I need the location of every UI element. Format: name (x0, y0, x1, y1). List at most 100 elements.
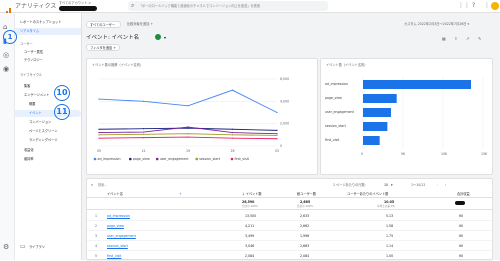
settings-icon[interactable]: ⚙ (3, 243, 9, 251)
rows-per-page-select[interactable]: 10 (384, 183, 388, 187)
y-tick-label: 2,000 (280, 122, 289, 126)
category-label: session_start (325, 124, 347, 128)
top-bar: アナリティクス すべてのアカウント > ⌕ 「ボーのロールバック機能と最適化のチ… (0, 0, 500, 17)
explore-icon[interactable]: ◎ (3, 51, 9, 59)
advertising-icon[interactable]: ◉ (3, 65, 9, 73)
table-row[interactable]: 4 session_start 3,046 2,663 1.14 ¥0 (87, 241, 492, 251)
sidebar-item-monetization[interactable]: 収益化 (24, 148, 34, 152)
row-total-users: 1,996 (300, 234, 310, 238)
row-event-name[interactable]: user_engagement (107, 234, 136, 238)
series-point-first_visit (276, 138, 278, 140)
account-title[interactable]: すべてのアカウント > (59, 1, 91, 5)
header-total-users[interactable]: 総ユーザー数 (297, 192, 316, 196)
legend-swatch-ad_impression (93, 157, 97, 161)
sidebar-item-conversions[interactable]: コンバージョン (29, 120, 51, 124)
annotation-marker-10: 10 (54, 85, 70, 101)
series-point-user_engagement (276, 133, 278, 135)
sidebar-item-technology[interactable]: テクノロジー (24, 58, 43, 62)
row-total-users: 2,663 (300, 244, 310, 248)
main-content: すべてのユーザー 比較対象を追加 + カスタム 2022年2月3日～2022年7… (82, 13, 500, 261)
next-page-icon[interactable]: › (445, 183, 446, 187)
legend-label-user_engagement: user_engagement (160, 157, 190, 161)
series-point-first_visit (98, 137, 100, 139)
legend-swatch-user_engagement (155, 157, 159, 161)
app-title: アナリティクス (15, 3, 57, 10)
series-point-user_engagement (231, 132, 234, 134)
table-search-placeholder[interactable]: 検索... (98, 183, 107, 187)
add-filter-button[interactable]: フィルタを追加 + (86, 44, 120, 51)
series-point-page_view (231, 128, 234, 130)
series-point-user_engagement (187, 126, 189, 128)
total-count-note: 合計の 100% (242, 205, 259, 208)
series-point-page_view (187, 127, 189, 129)
add-comparison-button[interactable]: 比較対象を追加 + (127, 22, 153, 26)
header-events-per-user[interactable]: ユーザーあたりのイベント数 (347, 192, 388, 196)
more-vert-icon[interactable]: ⋮ (484, 2, 490, 9)
reports-sidebar: レポートのスナップショット リアルタイム ユーザー ユーザー属性 テクノロジー … (15, 13, 82, 260)
left-nav-rail: ⌂ ▮ ◎ ◉ ⚙ (0, 13, 15, 260)
line-chart-title: イベント数の推移（イベント名別） (92, 63, 143, 67)
account-name-redacted[interactable] (59, 6, 97, 11)
apps-icon[interactable]: ⋮⋮ (458, 2, 470, 9)
x-tick-label: 05 (97, 149, 101, 153)
library-icon[interactable]: ▭ (20, 243, 26, 250)
series-point-ad_impression (231, 89, 234, 91)
series-point-page_view (98, 128, 100, 130)
bar-first_visit (363, 136, 380, 145)
category-label: first_visit (325, 138, 340, 142)
title-dropdown-icon[interactable]: ▾ (164, 35, 166, 40)
all-users-chip[interactable]: すべてのユーザー (86, 21, 121, 28)
legend-swatch-session_start (195, 157, 198, 161)
category-label: ad_impression (325, 82, 348, 86)
row-event-name[interactable]: page_view (107, 224, 124, 228)
sidebar-item-realtime[interactable]: リアルタイム (15, 28, 81, 35)
sidebar-item-landing-page[interactable]: ランディングページ (29, 138, 57, 142)
customize-report-icon[interactable]: ▦ (442, 36, 446, 41)
insights-icon[interactable]: ↗ (466, 36, 469, 41)
sidebar-item-events[interactable]: イベント (15, 110, 81, 117)
bar-chart-card: イベント数（イベント名別） 0 5K 10K 15K ad_impression page… (320, 58, 493, 175)
header-event-name[interactable]: イベント名 (107, 192, 123, 196)
sidebar-item-user-attributes[interactable]: ユーザー属性 (24, 50, 43, 54)
bar-ad_impression (363, 80, 471, 89)
all-users-label: すべてのユーザー (90, 23, 116, 27)
sidebar-section-user: ユーザー (20, 42, 33, 46)
share-icon[interactable]: ⇧ (454, 36, 457, 41)
sidebar-item-pages-screens[interactable]: ページとスクリーン (29, 129, 57, 133)
avatar[interactable] (491, 2, 499, 10)
y-tick-label: 0 (280, 144, 282, 148)
sidebar-item-library[interactable]: ライブラリ (29, 245, 45, 249)
sidebar-item-retention[interactable]: 維持率 (24, 157, 34, 161)
sidebar-item-engagement[interactable]: エンゲージメント (24, 93, 49, 97)
search-box[interactable]: ⌕ 「ボーのロールバック機能と最適化のチャネルでコンバージョン向上を促進」を検索 (128, 1, 328, 11)
table-row[interactable]: 2 page_view 4,211 2,662 1.58 ¥0 (87, 221, 492, 231)
row-event-name[interactable]: session_start (107, 244, 128, 248)
prev-page-icon[interactable]: ‹ (437, 183, 438, 187)
add-filter-label: フィルタを追加 + (90, 46, 116, 50)
header-event-count[interactable]: ↓ イベント数 (242, 192, 262, 196)
category-label: page_view (325, 96, 342, 100)
sidebar-item-snapshot[interactable]: レポートのスナップショット (20, 20, 61, 24)
bar-session_start (363, 122, 388, 131)
sidebar-item-acquisition[interactable]: 集客 (24, 84, 30, 88)
x-tick-label: 12 (142, 149, 146, 153)
table-row[interactable]: 3 user_engagement 3,499 1,996 1.75 ¥0 (87, 231, 492, 241)
edit-icon[interactable]: ✎ (478, 36, 481, 41)
header-revenue[interactable]: 合計収益 (457, 192, 470, 196)
rows-per-page-dropdown-icon[interactable]: ▾ (391, 183, 393, 187)
row-events-per-user: 1.00 (386, 254, 394, 258)
date-range-picker[interactable]: カスタム 2022年2月3日～2022年7月26日 ▾ (404, 22, 469, 26)
total-revenue-redacted (455, 201, 465, 205)
series-point-page_view (142, 128, 145, 130)
totals-row: 26,590 合計の 100% 2,665 合計の 100% 10.05 平均と… (87, 199, 492, 210)
series-point-session_start (276, 134, 278, 136)
table-row[interactable]: 1 ad_impression 13,500 2,633 5.13 ¥0 (87, 211, 492, 221)
help-icon[interactable]: ? (472, 2, 475, 9)
sidebar-item-overview[interactable]: 概要 (29, 102, 35, 106)
table-search-icon[interactable]: ⌕ (91, 182, 93, 187)
row-event-name[interactable]: ad_impression (107, 214, 130, 218)
header-add-dimension-icon[interactable]: + (179, 192, 182, 196)
row-events-per-user: 1.75 (386, 234, 394, 238)
sidebar-section-lifecycle: ライフサイクル (20, 73, 43, 77)
row-event-name[interactable]: first_visit (107, 254, 121, 258)
